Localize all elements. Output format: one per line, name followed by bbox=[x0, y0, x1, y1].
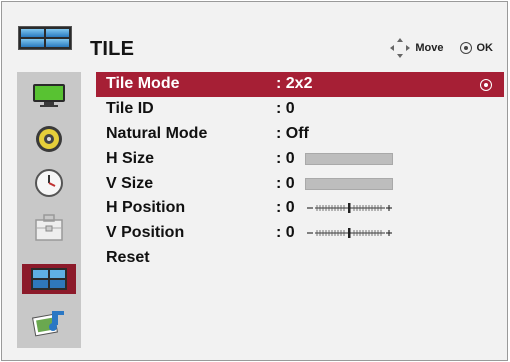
menu-row-tile-id[interactable]: Tile ID : 0 bbox=[96, 97, 504, 122]
ok-label: OK bbox=[476, 42, 494, 54]
category-sidebar bbox=[17, 72, 81, 348]
v-size-slider[interactable] bbox=[304, 177, 393, 190]
menu-row-v-position[interactable]: V Position : 0 bbox=[96, 221, 504, 246]
help-bar: Move OK bbox=[389, 37, 493, 59]
row-value: : 0 bbox=[276, 224, 393, 242]
h-size-slider[interactable] bbox=[304, 152, 393, 165]
ok-button-icon bbox=[459, 42, 472, 54]
row-value: : Off bbox=[276, 124, 309, 142]
ok-select-icon bbox=[480, 79, 492, 91]
move-label: Move bbox=[415, 42, 444, 54]
sidebar-item-time[interactable] bbox=[22, 168, 76, 198]
h-position-slider[interactable] bbox=[305, 202, 393, 214]
menu-row-v-size[interactable]: V Size : 0 bbox=[96, 171, 504, 196]
row-label: H Position bbox=[106, 199, 186, 217]
move-arrows-icon bbox=[389, 37, 411, 59]
tile-settings-list: Tile Mode : 2x2 Tile ID : 0 Natural Mode… bbox=[96, 72, 504, 270]
row-label: Tile Mode bbox=[106, 75, 180, 93]
media-photo-icon bbox=[32, 311, 64, 337]
row-label: H Size bbox=[106, 149, 155, 167]
menu-row-h-position[interactable]: H Position : 0 bbox=[96, 196, 504, 221]
menu-row-natural-mode[interactable]: Natural Mode : Off bbox=[96, 122, 504, 147]
row-label: Tile ID bbox=[106, 100, 154, 118]
row-label: V Size bbox=[106, 174, 154, 192]
row-label: V Position bbox=[106, 224, 185, 242]
sidebar-item-media[interactable] bbox=[22, 308, 76, 338]
menu-row-reset[interactable]: Reset bbox=[96, 246, 504, 271]
row-label: Reset bbox=[106, 248, 150, 266]
picture-tv-icon bbox=[33, 84, 65, 107]
menu-row-tile-mode[interactable]: Tile Mode : 2x2 bbox=[96, 72, 504, 97]
v-position-slider[interactable] bbox=[305, 227, 393, 239]
row-value: : 0 bbox=[276, 100, 295, 118]
page-title: TILE bbox=[90, 38, 135, 60]
sidebar-item-option[interactable] bbox=[22, 212, 76, 242]
tile-icon bbox=[31, 268, 67, 290]
row-value: : 2x2 bbox=[276, 75, 313, 93]
osd-window: TILE Move OK Tile Mode: 2x2 Tile ID: 0… bbox=[1, 1, 508, 361]
menu-row-h-size[interactable]: H Size : 0 bbox=[96, 146, 504, 171]
time-clock-icon bbox=[35, 169, 63, 197]
row-value: : 0 bbox=[276, 199, 393, 217]
sidebar-item-tile[interactable] bbox=[22, 264, 76, 294]
row-label: Natural Mode bbox=[106, 124, 208, 142]
tile-logo-icon bbox=[18, 26, 72, 50]
sidebar-item-audio[interactable] bbox=[22, 124, 76, 154]
row-value: : 0 bbox=[276, 150, 393, 168]
row-value: : 0 bbox=[276, 175, 393, 193]
audio-speaker-icon bbox=[36, 126, 62, 152]
option-toolbox-icon bbox=[35, 214, 63, 241]
sidebar-item-picture[interactable] bbox=[22, 80, 76, 110]
